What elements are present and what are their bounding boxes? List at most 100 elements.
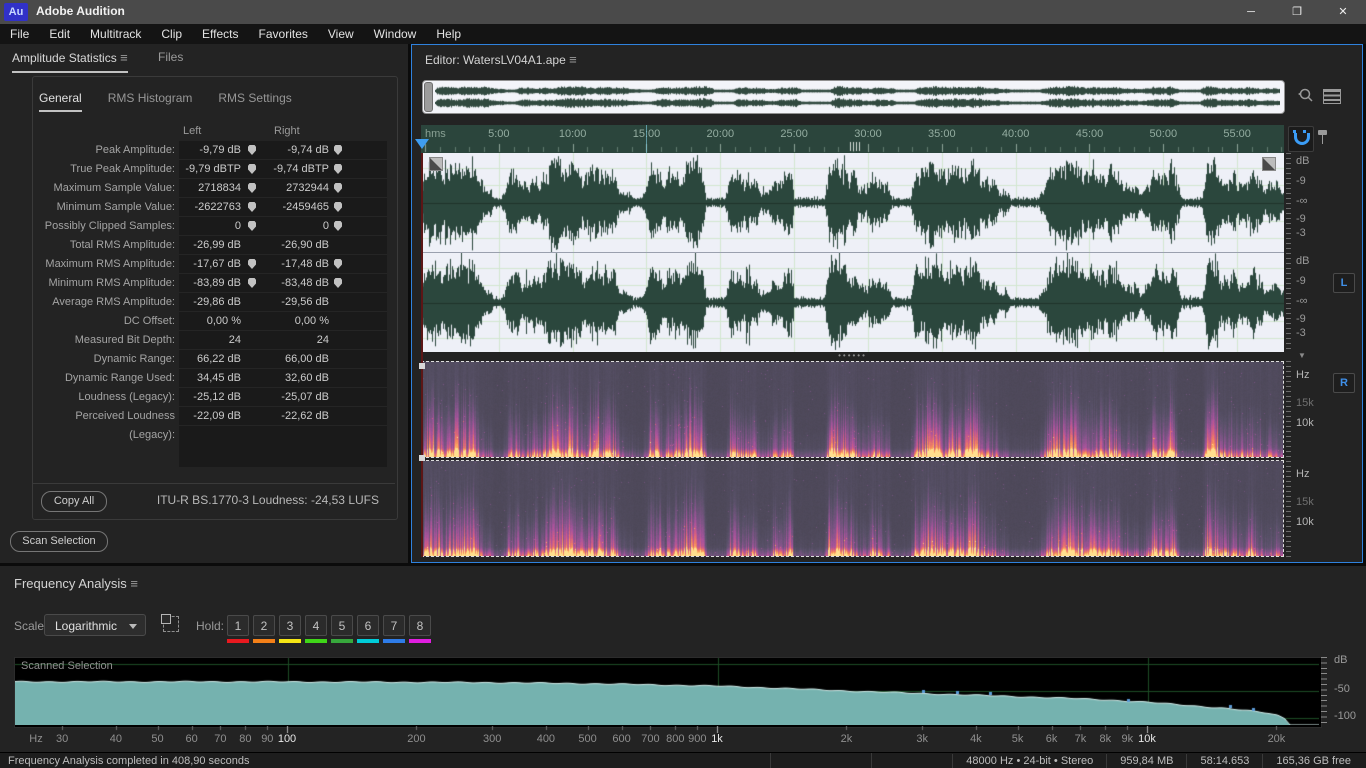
fade-in-handle[interactable] bbox=[429, 157, 443, 171]
tab-amplitude-statistics[interactable]: Amplitude Statistics ≡ bbox=[12, 50, 128, 73]
freq-tick-label: 7k bbox=[1074, 733, 1087, 745]
timeline-ruler[interactable]: hms 5:0010:0015:0020:0025:0030:0035:0040… bbox=[421, 125, 1284, 153]
spectrogram-left-canvas[interactable] bbox=[422, 362, 1283, 457]
menu-item-window[interactable]: Window bbox=[364, 24, 427, 44]
navigate-pin-icon[interactable] bbox=[248, 278, 256, 288]
menu-item-clip[interactable]: Clip bbox=[151, 24, 192, 44]
stat-value-right: 32,60 dB bbox=[284, 372, 329, 384]
navigate-pin-icon[interactable] bbox=[334, 259, 342, 269]
spectrogram-right-channel[interactable] bbox=[421, 460, 1284, 557]
hold-button-6[interactable]: 6 bbox=[357, 615, 379, 636]
navigate-pin-icon[interactable] bbox=[248, 183, 256, 193]
stat-value-right: -9,74 dBTP bbox=[273, 163, 329, 175]
waveform-left-channel[interactable] bbox=[421, 153, 1284, 252]
navigate-pin-icon[interactable] bbox=[248, 259, 256, 269]
frequency-plot[interactable]: Scanned Selection bbox=[14, 657, 1322, 728]
db-scale-label: -9 bbox=[1296, 313, 1306, 325]
selection-box-icon[interactable] bbox=[161, 614, 179, 632]
overview-navigator[interactable] bbox=[422, 80, 1285, 114]
hz-scale-label: 15k bbox=[1296, 496, 1314, 508]
navigate-pin-icon[interactable] bbox=[334, 164, 342, 174]
menu-item-file[interactable]: File bbox=[0, 24, 39, 44]
tab-rms-histogram[interactable]: RMS Histogram bbox=[108, 91, 193, 110]
menu-item-favorites[interactable]: Favorites bbox=[249, 24, 318, 44]
copy-all-button[interactable]: Copy All bbox=[41, 491, 107, 512]
statistics-values: -9,79 dB -9,74 dB -9,79 dBTP -9,74 dBTP 2718… bbox=[179, 141, 387, 467]
statistics-groupbox: General RMS Histogram RMS Settings Left Ri… bbox=[32, 76, 398, 520]
selection-handle[interactable] bbox=[419, 455, 425, 461]
scan-selection-button[interactable]: Scan Selection bbox=[10, 531, 108, 552]
freq-tick-label: 800 bbox=[666, 733, 685, 745]
stat-value-left: -17,67 dB bbox=[193, 258, 241, 270]
hold-button-2[interactable]: 2 bbox=[253, 615, 275, 636]
tab-rms-settings[interactable]: RMS Settings bbox=[218, 91, 291, 110]
ruler-ticks bbox=[421, 125, 1284, 153]
hz-scale-label: 10k bbox=[1296, 516, 1314, 528]
navigate-pin-icon[interactable] bbox=[334, 202, 342, 212]
db-scale-label: -∞ bbox=[1296, 295, 1308, 307]
scanned-selection-label: Scanned Selection bbox=[21, 660, 113, 672]
scale-dropdown[interactable]: Logarithmic bbox=[44, 614, 146, 636]
hz-scale-label: 10k bbox=[1296, 417, 1314, 429]
menu-item-multitrack[interactable]: Multitrack bbox=[80, 24, 151, 44]
hold-color-6 bbox=[357, 639, 379, 643]
table-row: 00 bbox=[179, 217, 387, 236]
stat-value-left: -25,12 dB bbox=[193, 391, 241, 403]
menu-item-help[interactable]: Help bbox=[426, 24, 471, 44]
left-channel-button[interactable]: L bbox=[1333, 273, 1355, 293]
freq-tick-label: 5k bbox=[1011, 733, 1024, 745]
spectrogram-right-canvas[interactable] bbox=[422, 461, 1283, 556]
navigate-pin-icon[interactable] bbox=[334, 221, 342, 231]
overview-waveform[interactable] bbox=[435, 82, 1280, 112]
spectrogram-left-channel[interactable] bbox=[421, 361, 1284, 458]
hold-button-5[interactable]: 5 bbox=[331, 615, 353, 636]
navigate-pin-icon[interactable] bbox=[334, 278, 342, 288]
zoom-navigate-icon[interactable] bbox=[1296, 86, 1316, 106]
hold-button-1[interactable]: 1 bbox=[227, 615, 249, 636]
navigate-pin-icon[interactable] bbox=[334, 145, 342, 155]
restore-button[interactable]: ❐ bbox=[1274, 0, 1320, 24]
close-button[interactable]: ✕ bbox=[1320, 0, 1366, 24]
tab-files[interactable]: Files bbox=[158, 50, 183, 64]
stat-value-right: -26,90 dB bbox=[281, 239, 329, 251]
scale-dropdown-value: Logarithmic bbox=[55, 619, 118, 633]
overview-left-handle[interactable] bbox=[424, 82, 433, 112]
panel-menu-icon[interactable]: ≡ bbox=[569, 52, 577, 67]
freq-tick-label: 1k bbox=[711, 733, 723, 745]
panel-menu-icon[interactable]: ≡ bbox=[120, 50, 128, 65]
hold-button-7[interactable]: 7 bbox=[383, 615, 405, 636]
display-splitter[interactable]: •••••• bbox=[421, 352, 1284, 361]
navigate-pin-icon[interactable] bbox=[248, 221, 256, 231]
navigate-pin-icon[interactable] bbox=[248, 145, 256, 155]
freq-tick-label: 600 bbox=[612, 733, 631, 745]
menu-item-view[interactable]: View bbox=[318, 24, 364, 44]
waveform-right-channel[interactable] bbox=[421, 253, 1284, 352]
stat-value-right: -9,74 dB bbox=[287, 144, 329, 156]
stat-label: DC Offset: bbox=[123, 315, 175, 327]
waveform-display[interactable] bbox=[421, 153, 1284, 352]
chevron-down-icon bbox=[129, 624, 137, 629]
stat-value-right: -25,07 dB bbox=[281, 391, 329, 403]
frequency-plot-canvas[interactable] bbox=[15, 658, 1319, 725]
hold-button-4[interactable]: 4 bbox=[305, 615, 327, 636]
fade-out-handle[interactable] bbox=[1262, 157, 1276, 171]
right-channel-button[interactable]: R bbox=[1333, 373, 1355, 393]
hold-button-3[interactable]: 3 bbox=[279, 615, 301, 636]
editor-title: Editor: WatersLV04A1.ape ≡ bbox=[425, 52, 577, 67]
collapse-arrow-icon[interactable]: ▼ bbox=[1298, 351, 1306, 360]
navigate-pin-icon[interactable] bbox=[248, 202, 256, 212]
menu-item-effects[interactable]: Effects bbox=[192, 24, 248, 44]
panel-menu-icon[interactable]: ≡ bbox=[130, 576, 138, 591]
minimize-button[interactable]: ─ bbox=[1228, 0, 1274, 24]
hold-button-8[interactable]: 8 bbox=[409, 615, 431, 636]
selection-handle[interactable] bbox=[419, 363, 425, 369]
navigate-pin-icon[interactable] bbox=[334, 183, 342, 193]
display-options-icon[interactable] bbox=[1323, 89, 1341, 104]
tab-general[interactable]: General bbox=[39, 91, 82, 112]
freq-tick-label: 300 bbox=[482, 733, 502, 745]
navigate-pin-icon[interactable] bbox=[248, 164, 256, 174]
table-row: 24 24 bbox=[179, 331, 387, 350]
app-window: Au Adobe Audition ─ ❐ ✕ File Edit Multitrack… bbox=[0, 0, 1366, 768]
playhead[interactable] bbox=[415, 139, 429, 149]
menu-item-edit[interactable]: Edit bbox=[39, 24, 80, 44]
